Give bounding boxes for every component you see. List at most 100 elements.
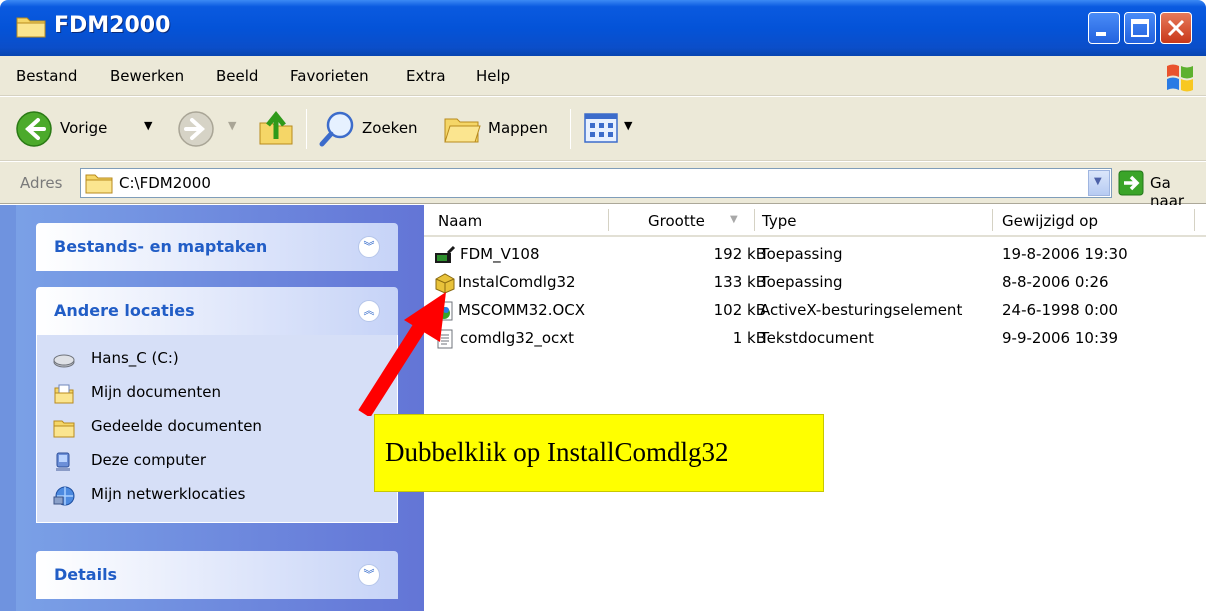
column-header-name[interactable]: Naam <box>424 205 608 235</box>
other-locations-title: Andere locaties <box>54 301 195 320</box>
maximize-icon <box>1131 19 1149 37</box>
minimize-icon <box>1096 32 1106 36</box>
column-header-modified[interactable]: Gewijzigd op <box>994 205 1194 235</box>
address-label: Adres <box>20 174 63 192</box>
details-title: Details <box>54 565 118 584</box>
column-separator[interactable] <box>608 209 609 231</box>
file-name: comdlg32_ocxt <box>460 329 575 347</box>
folders-label: Mappen <box>488 119 548 137</box>
annotation-arrow <box>358 292 446 416</box>
maximize-button[interactable] <box>1124 12 1156 44</box>
file-type: ActiveX-besturingselement <box>760 301 963 319</box>
file-name: InstalComdlg32 <box>458 273 576 291</box>
column-label: Type <box>762 212 797 230</box>
search-button[interactable]: Zoeken <box>318 107 438 151</box>
menu-extra[interactable]: Extra <box>406 67 446 85</box>
back-arrow-icon <box>16 111 52 147</box>
search-label: Zoeken <box>362 119 418 137</box>
column-header-size[interactable]: Grootte ▼ <box>610 205 754 235</box>
other-locations-list: Hans_C (C:) Mijn documenten Gedeelde doc… <box>36 335 398 523</box>
column-label: Grootte <box>648 212 705 230</box>
address-dropdown-button[interactable]: ▼ <box>1088 170 1110 196</box>
menu-bar: Bestand Bewerken Beeld Favorieten Extra … <box>0 56 1206 96</box>
search-icon <box>319 111 354 147</box>
folder-icon <box>85 174 113 194</box>
expand-chevron-icon[interactable]: ︾ <box>358 564 380 586</box>
file-name: MSCOMM32.OCX <box>458 301 586 319</box>
forward-button[interactable]: ▼ <box>174 107 244 151</box>
toolbar: Vorige ▼ ▼ Zoeken Mappen ▼ <box>0 97 1206 161</box>
close-icon <box>1167 19 1185 37</box>
file-tasks-title: Bestands- en maptaken <box>54 237 268 256</box>
address-bar: Adres C:\FDM2000 ▼ Ga naar <box>0 162 1206 210</box>
back-button[interactable]: Vorige ▼ <box>14 107 164 151</box>
column-separator[interactable] <box>1194 209 1195 231</box>
address-input[interactable]: C:\FDM2000 <box>80 168 1112 198</box>
file-size: 192 kB <box>713 245 766 263</box>
column-header-type[interactable]: Type <box>756 205 992 235</box>
folders-button[interactable]: Mappen <box>442 107 562 151</box>
window-title: FDM2000 <box>54 13 171 38</box>
location-label: Mijn netwerklocaties <box>91 485 246 503</box>
column-separator[interactable] <box>992 209 993 231</box>
menu-help[interactable]: Help <box>476 67 510 85</box>
drive-icon <box>53 354 75 368</box>
menu-bestand[interactable]: Bestand <box>16 67 77 85</box>
file-date: 9-9-2006 10:39 <box>1002 329 1119 347</box>
chevron-down-icon: ▼ <box>624 119 633 132</box>
network-icon <box>53 486 75 506</box>
file-size: 133 kB <box>713 273 766 291</box>
chevron-down-icon: ▼ <box>228 119 237 132</box>
back-label: Vorige <box>60 119 108 137</box>
file-type: Tekstdocument <box>760 329 874 347</box>
views-icon <box>584 113 618 143</box>
pane-border <box>0 205 16 611</box>
sort-arrow-icon: ▼ <box>730 214 738 225</box>
windows-logo-icon <box>1167 64 1193 92</box>
location-label: Hans_C (C:) <box>91 349 179 367</box>
header-divider <box>424 235 1206 237</box>
folder-icon <box>53 420 75 438</box>
file-date: 19-8-2006 19:30 <box>1002 245 1128 263</box>
go-arrow-icon[interactable] <box>1118 170 1144 196</box>
other-locations-header[interactable]: Andere locaties ︽ <box>36 287 398 335</box>
file-row[interactable]: MSCOMM32.OCX 102 kB ActiveX-besturingsel… <box>424 299 1206 323</box>
file-name: FDM_V108 <box>460 245 540 263</box>
file-type: Toepassing <box>760 273 843 291</box>
up-folder-icon[interactable] <box>256 109 296 149</box>
column-label: Gewijzigd op <box>1002 212 1099 230</box>
file-row[interactable]: FDM_V108 192 kB Toepassing 19-8-2006 19:… <box>424 243 1206 267</box>
chevron-down-icon: ▼ <box>1094 176 1102 187</box>
file-date: 24-6-1998 0:00 <box>1002 301 1119 319</box>
menu-favorieten[interactable]: Favorieten <box>290 67 369 85</box>
folder-icon <box>16 17 46 38</box>
file-list: Naam Grootte ▼ Type Gewijzigd op FDM_V10… <box>424 205 1206 611</box>
minimize-button[interactable] <box>1088 12 1120 44</box>
location-label: Gedeelde documenten <box>91 417 262 435</box>
location-label: Mijn documenten <box>91 383 221 401</box>
file-tasks-header[interactable]: Bestands- en maptaken ︾ <box>36 223 398 271</box>
close-button[interactable] <box>1160 12 1192 44</box>
file-size: 102 kB <box>713 301 766 319</box>
annotation-text: Dubbelklik op InstallComdlg32 <box>385 437 729 467</box>
title-bar: FDM2000 <box>0 0 1206 56</box>
details-header[interactable]: Details ︾ <box>36 551 398 599</box>
column-label: Naam <box>438 212 483 230</box>
expand-chevron-icon[interactable]: ︾ <box>358 236 380 258</box>
column-separator[interactable] <box>754 209 755 231</box>
file-row[interactable]: comdlg32_ocxt 1 kB Tekstdocument 9-9-200… <box>424 327 1206 351</box>
application-icon <box>435 245 456 263</box>
file-row[interactable]: InstalComdlg32 133 kB Toepassing 8-8-200… <box>424 271 1206 295</box>
file-type: Toepassing <box>760 245 843 263</box>
address-path: C:\FDM2000 <box>119 174 211 192</box>
file-date: 8-8-2006 0:26 <box>1002 273 1109 291</box>
chevron-down-icon: ▼ <box>144 119 153 132</box>
documents-icon <box>54 384 74 404</box>
menu-bewerken[interactable]: Bewerken <box>110 67 184 85</box>
forward-arrow-icon <box>178 111 214 147</box>
menu-beeld[interactable]: Beeld <box>216 67 258 85</box>
folders-icon <box>444 118 481 143</box>
toolbar-separator <box>570 109 571 149</box>
views-button[interactable]: ▼ <box>584 111 644 147</box>
annotation-callout: Dubbelklik op InstallComdlg32 <box>374 414 824 492</box>
